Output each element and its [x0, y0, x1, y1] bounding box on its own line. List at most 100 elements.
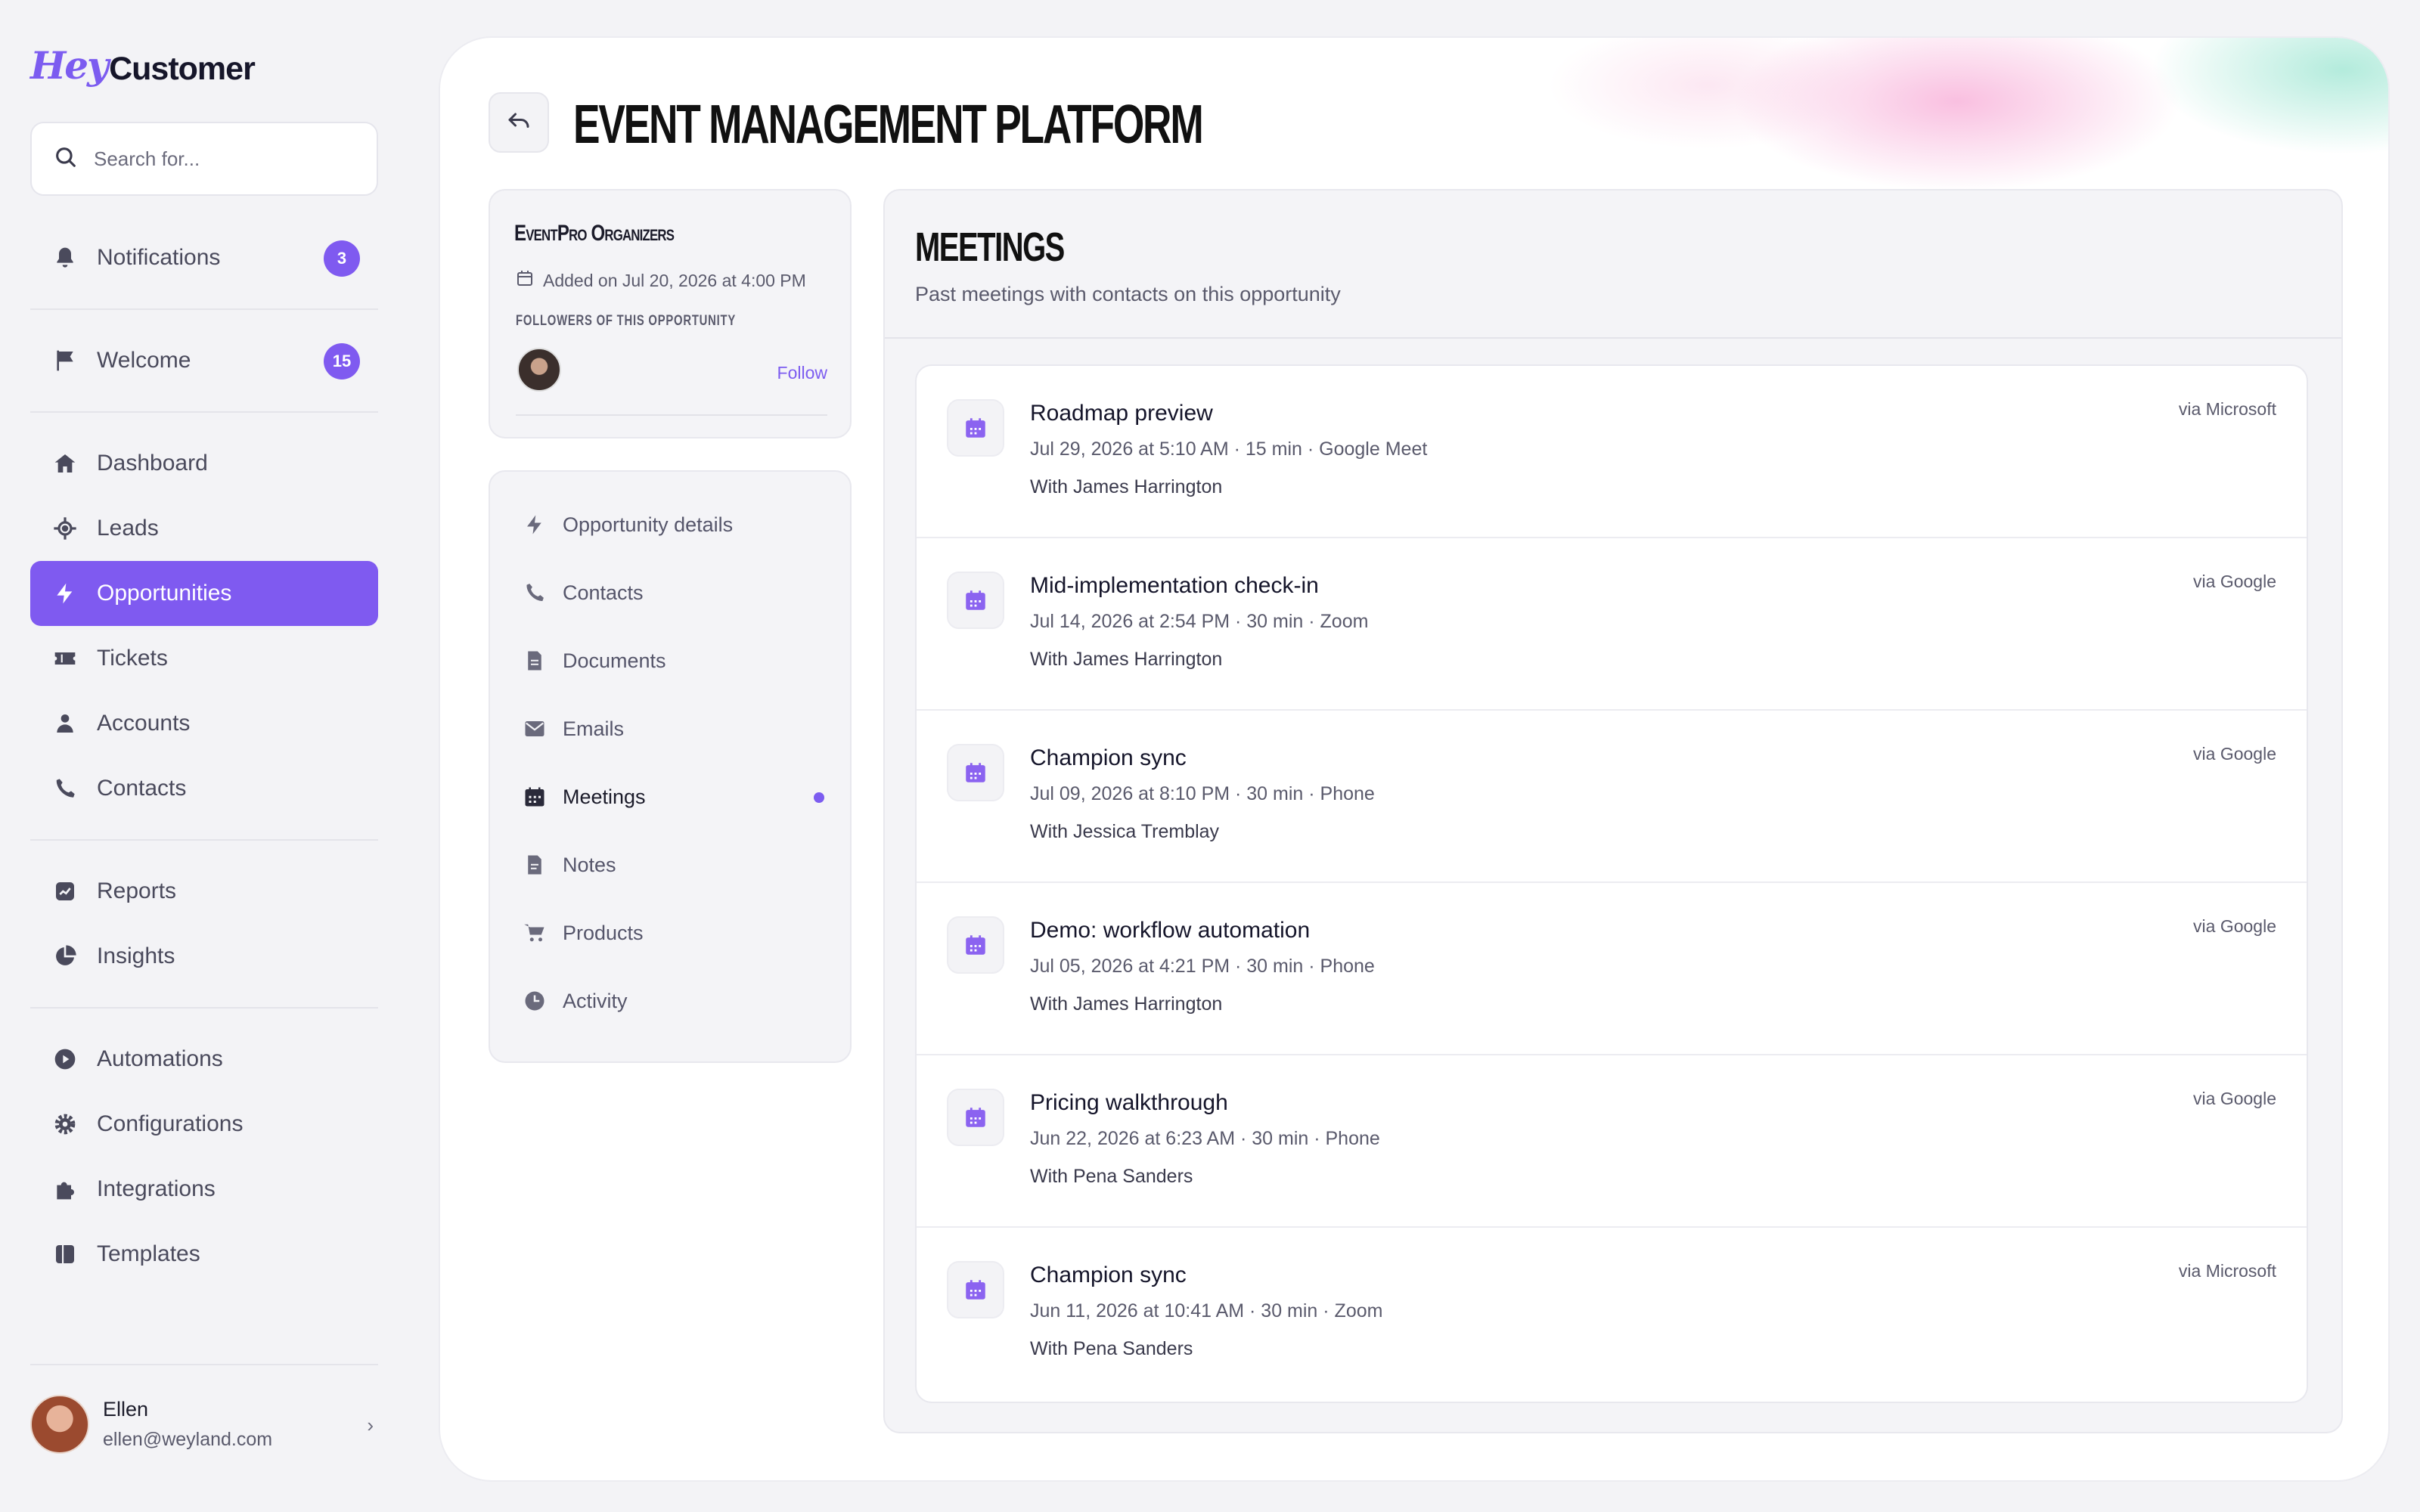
sidebar-item-notifications[interactable]: Notifications 3 — [30, 225, 378, 290]
divider — [30, 308, 378, 310]
cart-icon — [522, 920, 548, 946]
subnav-item-label: Notes — [563, 853, 616, 876]
meeting-meta: Jun 11, 2026 at 10:41 AM · 30 min · Zoom — [1030, 1300, 1383, 1321]
meeting-source: via Google — [2193, 572, 2276, 591]
subnav-item-activity[interactable]: Activity — [522, 978, 824, 1024]
sidebar-item-insights[interactable]: Insights — [30, 924, 378, 989]
chart-icon — [51, 878, 79, 905]
subnav-item-label: Activity — [563, 989, 628, 1012]
avatar — [30, 1395, 89, 1454]
note-icon — [522, 852, 548, 878]
active-indicator-dot — [814, 792, 824, 803]
sidebar-item-reports[interactable]: Reports — [30, 859, 378, 924]
sidebar-item-configurations[interactable]: Configurations — [30, 1092, 378, 1157]
sidebar-item-label: Automations — [97, 1046, 223, 1071]
sidebar-item-integrations[interactable]: Integrations — [30, 1157, 378, 1222]
home-icon — [51, 450, 79, 477]
user-email: ellen@weyland.com — [103, 1429, 273, 1450]
clock-icon — [522, 988, 548, 1014]
undo-arrow-icon — [505, 107, 532, 138]
play-icon — [51, 1046, 79, 1073]
search-input[interactable]: Search for... — [30, 122, 378, 196]
user-profile[interactable]: Ellen ellen@weyland.com › — [30, 1387, 378, 1462]
logo-prefix: Hey — [30, 43, 109, 88]
subnav-item-contacts[interactable]: Contacts — [522, 570, 824, 615]
sidebar-item-templates[interactable]: Templates — [30, 1222, 378, 1287]
sidebar-item-label: Insights — [97, 943, 175, 968]
phone-icon — [51, 775, 79, 802]
ticket-icon — [51, 645, 79, 672]
meeting-meta: Jul 14, 2026 at 2:54 PM · 30 min · Zoom — [1030, 611, 1369, 632]
meeting-meta: Jul 05, 2026 at 4:21 PM · 30 min · Phone — [1030, 956, 1375, 977]
sidebar-item-label: Templates — [97, 1241, 200, 1266]
subnav-item-label: Products — [563, 921, 644, 944]
calendar-icon — [947, 744, 1004, 801]
document-icon — [522, 648, 548, 674]
subnav-item-emails[interactable]: Emails — [522, 706, 824, 751]
chevron-right-icon[interactable]: › — [367, 1414, 374, 1437]
sidebar-item-contacts[interactable]: Contacts — [30, 756, 378, 821]
sidebar-item-label: Reports — [97, 878, 177, 903]
user-name: Ellen — [103, 1398, 149, 1421]
calendar-icon — [947, 1089, 1004, 1146]
bell-icon — [51, 244, 79, 271]
meeting-title: Mid-implementation check-in — [1030, 573, 1319, 598]
meeting-row[interactable]: Roadmap preview Jul 29, 2026 at 5:10 AM … — [917, 366, 2307, 538]
added-date: Added on Jul 20, 2026 at 4:00 PM — [516, 269, 806, 292]
meetings-panel: MEETINGS Past meetings with contacts on … — [883, 189, 2343, 1433]
meetings-title: MEETINGS — [915, 225, 1065, 270]
subnav-item-products[interactable]: Products — [522, 910, 824, 956]
notification-count-badge: 3 — [324, 240, 360, 277]
meeting-row[interactable]: Champion sync Jul 09, 2026 at 8:10 PM · … — [917, 711, 2307, 883]
calendar-icon — [947, 399, 1004, 457]
main-panel: EVENT MANAGEMENT PLATFORM EventPro Organ… — [439, 36, 2390, 1482]
subnav-item-label: Opportunity details — [563, 513, 734, 536]
puzzle-icon — [51, 1176, 79, 1203]
sidebar-item-opportunities[interactable]: Opportunities — [30, 561, 378, 626]
meeting-row[interactable]: Champion sync Jun 11, 2026 at 10:41 AM ·… — [917, 1228, 2307, 1400]
company-card: EventPro Organizers Added on Jul 20, 202… — [489, 189, 852, 438]
back-button[interactable] — [489, 92, 549, 153]
subnav-item-documents[interactable]: Documents — [522, 638, 824, 683]
meeting-title: Pricing walkthrough — [1030, 1090, 1228, 1115]
meeting-row[interactable]: Demo: workflow automation Jul 05, 2026 a… — [917, 883, 2307, 1055]
sidebar: Hey Customer Search for... Notifications… — [30, 0, 378, 1512]
meeting-attendee: With James Harrington — [1030, 476, 1223, 497]
header-gradient — [1254, 38, 2388, 197]
sidebar-item-accounts[interactable]: Accounts — [30, 691, 378, 756]
subnav-item-meetings[interactable]: Meetings — [522, 774, 824, 820]
calendar-icon — [947, 572, 1004, 629]
search-icon — [53, 144, 79, 174]
sidebar-item-label: Leads — [97, 516, 159, 541]
meeting-row[interactable]: Mid-implementation check-in Jul 14, 2026… — [917, 538, 2307, 711]
sidebar-item-label: Welcome — [97, 348, 191, 373]
meeting-meta: Jun 22, 2026 at 6:23 AM · 30 min · Phone — [1030, 1128, 1380, 1149]
sidebar-item-leads[interactable]: Leads — [30, 496, 378, 561]
gear-icon — [51, 1111, 79, 1138]
meeting-attendee: With Jessica Tremblay — [1030, 821, 1220, 842]
subnav-item-opportunity-details[interactable]: Opportunity details — [522, 502, 824, 547]
subnav-item-label: Contacts — [563, 581, 644, 604]
sidebar-item-welcome[interactable]: Welcome 15 — [30, 328, 378, 393]
follow-button[interactable]: Follow — [777, 363, 827, 383]
meeting-title: Champion sync — [1030, 745, 1187, 770]
subnav-item-notes[interactable]: Notes — [522, 842, 824, 888]
target-icon — [51, 515, 79, 542]
mail-icon — [522, 716, 548, 742]
sidebar-item-dashboard[interactable]: Dashboard — [30, 431, 378, 496]
divider — [516, 414, 827, 416]
divider — [30, 839, 378, 841]
sidebar-item-tickets[interactable]: Tickets — [30, 626, 378, 691]
follower-avatar[interactable] — [517, 348, 561, 392]
logo[interactable]: Hey Customer — [30, 42, 256, 88]
bolt-icon — [522, 512, 548, 538]
sidebar-item-label: Contacts — [97, 776, 187, 801]
meeting-row[interactable]: Pricing walkthrough Jun 22, 2026 at 6:23… — [917, 1055, 2307, 1228]
meeting-attendee: With Pena Sanders — [1030, 1338, 1193, 1359]
subnav-item-label: Documents — [563, 649, 666, 672]
calendar-icon — [947, 916, 1004, 974]
subnav-item-label: Emails — [563, 717, 625, 740]
bolt-icon — [51, 580, 79, 607]
meeting-meta: Jul 29, 2026 at 5:10 AM · 15 min · Googl… — [1030, 438, 1428, 460]
sidebar-item-automations[interactable]: Automations — [30, 1027, 378, 1092]
